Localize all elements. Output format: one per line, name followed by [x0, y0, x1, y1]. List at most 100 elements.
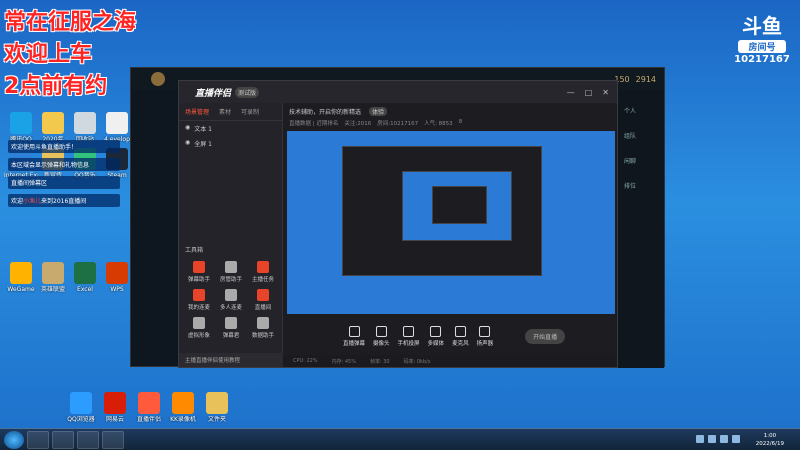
toolbox-item[interactable]: 多人连麦: [215, 289, 247, 311]
bottom-tool-label: 直播弹幕: [343, 340, 366, 347]
chat-message: 直播间弹幕区: [8, 176, 120, 189]
desktop-icon-label: KK录像机: [170, 416, 196, 423]
tool-icon: [225, 317, 237, 329]
desktop-icon[interactable]: 文件夹: [200, 392, 234, 424]
source-label: 文本 1: [194, 126, 212, 133]
taskbar-app[interactable]: [102, 430, 124, 449]
volume-icon[interactable]: [732, 435, 740, 443]
bottom-tool-label: 手机投屏: [397, 340, 420, 347]
side-item[interactable]: 排位: [624, 181, 658, 190]
tool-label: 主播任务: [251, 277, 274, 283]
tool-icon: [479, 325, 491, 337]
desktop-icon-label: 网易云: [105, 416, 124, 423]
bottom-tool-label: 摄像头: [373, 340, 390, 347]
desktop-icon-label: 直播伴侣: [136, 416, 161, 423]
desktop-icon[interactable]: 英雄联盟: [36, 262, 70, 294]
side-item[interactable]: 闲聊: [624, 156, 658, 165]
toolbox-item[interactable]: 房管助手: [215, 261, 247, 283]
tool-label: 多人连麦: [219, 305, 242, 311]
scene-tabs: 场景管理 素材 可录制: [179, 103, 282, 121]
app-icon: [138, 392, 160, 414]
notice-button[interactable]: 体验: [369, 106, 388, 116]
tool-icon: [375, 325, 387, 337]
app-icon: [42, 112, 64, 134]
tool-label: 我的连麦: [187, 305, 210, 311]
app-icon: [10, 112, 32, 134]
tray-icon[interactable]: [708, 435, 716, 443]
tool-label: 房管助手: [219, 277, 242, 283]
tray-icon[interactable]: [720, 435, 728, 443]
toolbox-item[interactable]: 主播任务: [247, 261, 279, 283]
eye-icon[interactable]: ◉: [185, 139, 190, 148]
tool-icon: [403, 325, 415, 337]
app-footer[interactable]: 主播直播伴侣使用教程: [179, 353, 283, 367]
stat-item: 人气: 8853: [424, 121, 453, 127]
minimize-icon[interactable]: —: [567, 88, 575, 97]
tool-icon: [257, 289, 269, 301]
source-item[interactable]: ◉ 全屏 1: [179, 136, 282, 151]
tab-record[interactable]: 可录制: [241, 107, 259, 116]
tool-label: 弹幕助手: [187, 277, 210, 283]
side-item[interactable]: 个人: [624, 106, 658, 115]
bottom-tool-button[interactable]: 麦克风: [452, 325, 469, 347]
tab-scene[interactable]: 场景管理: [185, 107, 209, 116]
toolbox-title: 工具箱: [185, 247, 204, 254]
toolbox-item[interactable]: 直播间: [247, 289, 279, 311]
desktop-icon[interactable]: KK录像机: [166, 392, 200, 424]
eye-icon[interactable]: ◉: [185, 124, 190, 133]
toolbox-item[interactable]: 弹幕君: [215, 317, 247, 339]
room-logo-glyph: 斗鱼: [742, 14, 782, 38]
taskbar-clock[interactable]: 1:00 2022/6/19: [756, 432, 784, 448]
app-status-bar: CPU: 22% 内存: 45% 帧率: 30 码率: 0kb/s: [283, 355, 617, 367]
close-icon[interactable]: ✕: [602, 88, 609, 97]
clock-date: 2022/6/19: [755, 441, 784, 447]
taskbar-app[interactable]: [27, 430, 49, 449]
toolbox-item[interactable]: 我的连麦: [183, 289, 215, 311]
clock-time: 1:00: [763, 433, 777, 439]
room-number: 10217167: [734, 54, 790, 65]
tool-label: 直播间: [254, 305, 272, 311]
toolbox-item[interactable]: 弹幕助手: [183, 261, 215, 283]
start-button[interactable]: [4, 430, 24, 449]
system-tray: [696, 435, 740, 443]
chat-message: 本区域会显示弹幕和礼物信息: [8, 158, 120, 171]
tool-label: 数据助手: [251, 333, 274, 339]
bottom-tool-button[interactable]: 摄像头: [373, 325, 390, 347]
room-logo: 斗鱼 房间号 10217167: [732, 10, 792, 65]
desktop-icon[interactable]: 网易云: [98, 392, 132, 424]
live-assistant-window[interactable]: 直播伴侣 测试版 — □ ✕ 场景管理 素材 可录制 ◉ 文本 1 ◉ 全屏 1 工…: [178, 80, 618, 368]
source-item[interactable]: ◉ 文本 1: [179, 121, 282, 136]
taskbar-app[interactable]: [77, 430, 99, 449]
side-item[interactable]: 组队: [624, 131, 658, 140]
status-item: CPU: 22%: [293, 358, 318, 364]
bottom-tool-button[interactable]: 直播弹幕: [343, 325, 366, 347]
bottom-tool-button[interactable]: 手机投屏: [397, 325, 420, 347]
desktop-icon[interactable]: 直播伴侣: [132, 392, 166, 424]
tool-icon: [193, 289, 205, 301]
tool-icon: [225, 289, 237, 301]
desktop-icon[interactable]: QQ浏览器: [64, 392, 98, 424]
tab-material[interactable]: 素材: [219, 107, 231, 116]
stat-item: 8: [458, 119, 463, 125]
taskbar: 1:00 2022/6/19: [0, 428, 800, 450]
bottom-tool-button[interactable]: 扬声器: [476, 325, 494, 347]
app-titlebar: 直播伴侣 测试版 — □ ✕: [179, 81, 617, 103]
app-icon: [74, 112, 96, 134]
desktop-icon[interactable]: WPS: [100, 262, 134, 294]
taskbar-app[interactable]: [52, 430, 74, 449]
bottom-tool-label: 扬声器: [476, 340, 494, 347]
toolbox-item[interactable]: 虚拟形象: [183, 317, 215, 339]
desktop-icon-label: 英雄联盟: [40, 286, 65, 293]
desktop-icon[interactable]: WeGame: [4, 262, 38, 294]
toolbox-item[interactable]: 数据助手: [247, 317, 279, 339]
desktop-icon-label: QQ浏览器: [67, 416, 95, 423]
bottom-tool-button[interactable]: 多媒体: [428, 325, 444, 347]
maximize-icon[interactable]: □: [585, 88, 593, 97]
app-icon: [106, 112, 128, 134]
app-icon: [104, 392, 126, 414]
desktop-icon[interactable]: Excel: [68, 262, 102, 294]
start-live-button[interactable]: 开始直播: [525, 328, 566, 344]
app-icon: [42, 262, 64, 284]
app-icon: [172, 392, 194, 414]
tray-icon[interactable]: [696, 435, 704, 443]
